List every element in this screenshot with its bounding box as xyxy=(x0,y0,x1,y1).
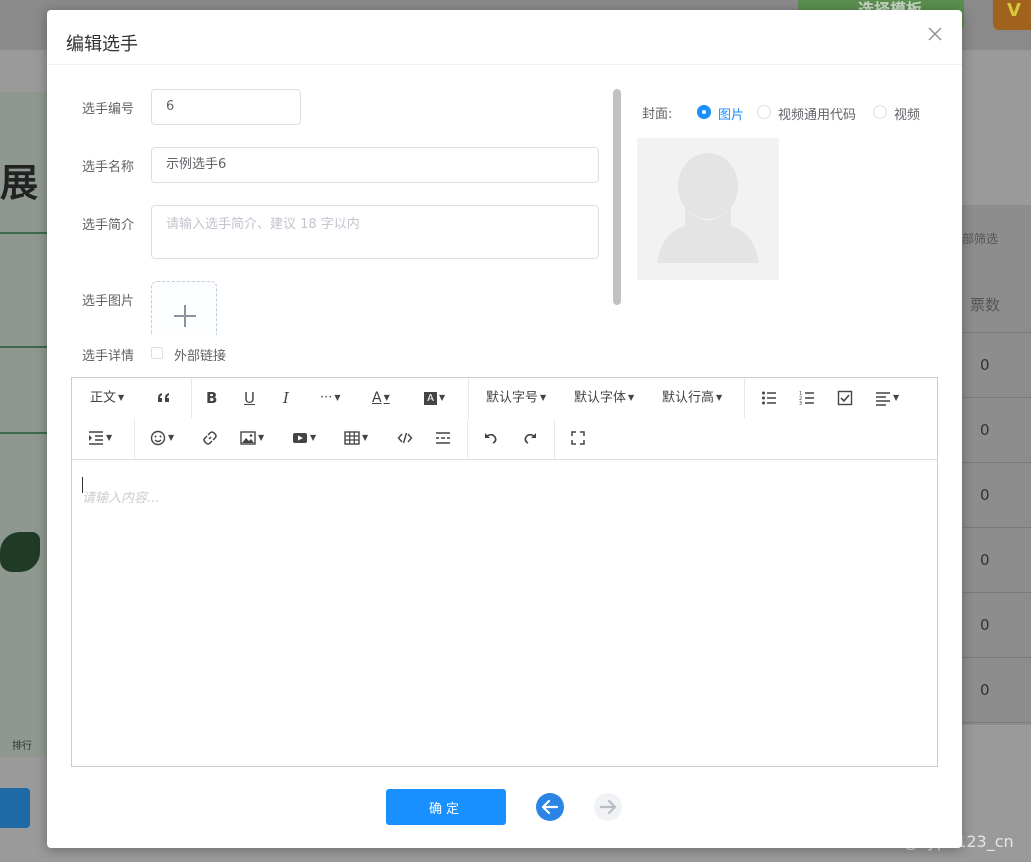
code-icon[interactable] xyxy=(397,424,413,452)
emoji-icon[interactable]: ▼ xyxy=(150,424,174,452)
line-height-dropdown[interactable]: 默认行高 ▼ xyxy=(662,384,722,412)
external-link-checkbox[interactable] xyxy=(151,347,163,359)
image-icon[interactable]: ▼ xyxy=(240,424,264,452)
editor-content-area[interactable]: 请输入内容... xyxy=(72,459,937,766)
table-cell: 0 xyxy=(980,681,990,699)
svg-text:3: 3 xyxy=(799,401,802,406)
divider xyxy=(468,378,469,418)
divider xyxy=(554,419,555,459)
previous-arrow-button[interactable] xyxy=(536,793,564,821)
background-preview-panel: 展 排行 xyxy=(0,92,47,757)
divider xyxy=(47,64,962,65)
radio-icon xyxy=(873,105,887,119)
player-name-input[interactable]: 示例选手6 xyxy=(151,147,599,183)
undo-icon[interactable] xyxy=(483,424,499,452)
intro-label: 选手简介 xyxy=(82,218,135,233)
cover-label: 封面: xyxy=(642,107,673,122)
external-link-label: 外部链接 xyxy=(174,349,227,364)
editor-placeholder: 请输入内容... xyxy=(82,491,160,506)
image-label: 选手图片 xyxy=(82,294,135,309)
background-preview-title: 展 xyxy=(0,160,39,205)
scrollbar[interactable] xyxy=(613,89,621,305)
todo-checkbox-icon[interactable] xyxy=(837,384,853,412)
italic-icon[interactable]: I xyxy=(283,384,289,412)
editor-toolbar: 正文 ▼ B U I ··· ▼ A ▼ A ▼ 默认字号 ▼ 默认字体 ▼ 默认行高 ▼ 1… xyxy=(72,378,937,460)
divider xyxy=(962,722,1031,723)
background-ink-decoration xyxy=(0,532,40,572)
detail-label: 选手详情 xyxy=(82,349,135,364)
close-icon[interactable] xyxy=(924,25,946,47)
table-cell: 0 xyxy=(980,421,990,439)
player-number-input[interactable]: 6 xyxy=(151,89,301,125)
link-icon[interactable] xyxy=(202,424,218,452)
image-upload-button[interactable] xyxy=(151,281,217,335)
underline-icon[interactable]: U xyxy=(244,384,255,412)
divider-line-icon[interactable] xyxy=(435,424,451,452)
bold-icon[interactable]: B xyxy=(206,384,217,412)
quote-icon[interactable] xyxy=(156,384,172,412)
divider xyxy=(962,527,1031,528)
redo-icon[interactable] xyxy=(522,424,538,452)
table-cell: 0 xyxy=(980,486,990,504)
dialog-title: 编辑选手 xyxy=(66,34,138,55)
background-table: 部筛选 票数 0 0 0 0 0 0 xyxy=(962,205,1031,725)
number-label: 选手编号 xyxy=(82,102,135,117)
background-color-icon[interactable]: A ▼ xyxy=(424,384,445,412)
font-color-icon[interactable]: A ▼ xyxy=(372,384,390,412)
more-styles-icon[interactable]: ··· ▼ xyxy=(320,384,341,412)
user-silhouette-icon xyxy=(657,153,759,263)
divider xyxy=(962,592,1031,593)
confirm-button[interactable]: 确定 xyxy=(386,789,506,825)
font-family-dropdown[interactable]: 默认字体 ▼ xyxy=(574,384,634,412)
arrow-right-icon xyxy=(599,799,617,815)
bulleted-list-icon[interactable] xyxy=(761,384,777,412)
rich-text-editor: 正文 ▼ B U I ··· ▼ A ▼ A ▼ 默认字号 ▼ 默认字体 ▼ 默认行高 ▼ 1… xyxy=(71,377,938,767)
divider xyxy=(744,378,745,418)
font-size-dropdown[interactable]: 默认字号 ▼ xyxy=(486,384,546,412)
radio-icon xyxy=(757,105,771,119)
table-cell: 0 xyxy=(980,356,990,374)
table-cell: 0 xyxy=(980,616,990,634)
plus-icon xyxy=(184,305,186,327)
divider xyxy=(191,378,192,418)
background-votes-header: 票数 xyxy=(970,296,1001,314)
divider xyxy=(962,397,1031,398)
paragraph-format-dropdown[interactable]: 正文 ▼ xyxy=(90,384,124,412)
divider xyxy=(962,462,1031,463)
table-icon[interactable]: ▼ xyxy=(344,424,368,452)
divider xyxy=(0,346,47,348)
divider xyxy=(0,232,47,234)
numbered-list-icon[interactable]: 123 xyxy=(799,384,815,412)
divider xyxy=(962,657,1031,658)
video-icon[interactable]: ▼ xyxy=(292,424,316,452)
cover-avatar-placeholder xyxy=(637,138,779,280)
name-label: 选手名称 xyxy=(82,160,135,175)
next-arrow-button[interactable] xyxy=(594,793,622,821)
divider xyxy=(0,432,47,434)
indent-icon[interactable]: ▼ xyxy=(88,424,112,452)
align-icon[interactable]: ▼ xyxy=(875,384,899,412)
table-cell: 0 xyxy=(980,551,990,569)
background-vip-badge: V xyxy=(993,0,1031,30)
divider xyxy=(962,332,1031,333)
player-intro-textarea[interactable]: 请输入选手简介、建议 18 字以内 xyxy=(151,205,599,259)
background-button xyxy=(0,788,30,828)
radio-icon xyxy=(697,105,711,119)
edit-player-dialog: 编辑选手 选手编号 6 选手名称 示例选手6 选手简介 请输入选手简介、建议 1… xyxy=(47,10,962,848)
background-ranking-label: 排行 xyxy=(12,741,32,752)
divider xyxy=(134,419,135,459)
fullscreen-icon[interactable] xyxy=(570,424,586,452)
arrow-left-icon xyxy=(541,799,559,815)
divider xyxy=(467,419,468,459)
background-filter: 部筛选 xyxy=(962,232,999,246)
